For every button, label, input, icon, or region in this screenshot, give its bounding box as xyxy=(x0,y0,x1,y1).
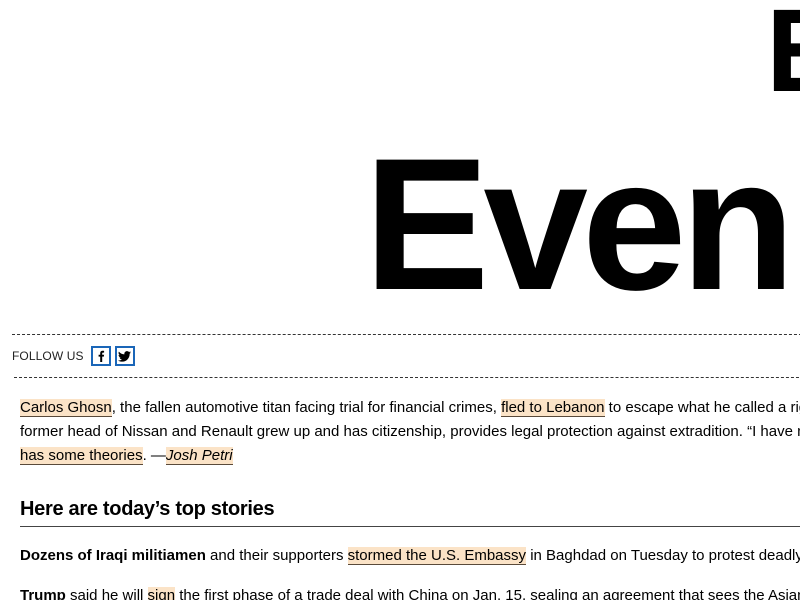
lead-story-text: , the fallen automotive titan facing tri… xyxy=(111,399,502,416)
lead-story-text: former head of Nissan and Renault grew u… xyxy=(20,423,800,440)
facebook-icon[interactable] xyxy=(90,346,111,366)
lead-story: Carlos Ghosn, the fallen automotive tita… xyxy=(20,396,800,468)
lead-story-line-3: has some theories. —Josh Petri xyxy=(20,444,800,468)
section-title: Here are today’s top stories xyxy=(20,498,275,520)
twitter-icon[interactable] xyxy=(114,346,135,366)
divider-top xyxy=(12,334,800,335)
newsletter-page: E Eveni FOLLOW US Carlos Ghosn, the fall… xyxy=(0,0,800,600)
section-divider xyxy=(20,526,800,527)
masthead-top-fragment: E xyxy=(766,0,800,110)
item-text: the first phase of a trade deal with Chi… xyxy=(179,587,800,600)
list-item: Dozens of Iraqi militiamen and their sup… xyxy=(20,545,800,567)
follow-us-bar: FOLLOW US xyxy=(12,344,139,368)
author-link[interactable]: Josh Petri xyxy=(165,447,233,465)
divider-bottom xyxy=(14,377,800,378)
list-item: Trump said he will sign the first phase … xyxy=(20,585,800,600)
fled-to-lebanon-link[interactable]: fled to Lebanon xyxy=(501,399,605,417)
item-lead: Dozens of Iraqi militiamen xyxy=(20,547,206,564)
lead-story-text: to escape what he called a rigged justic… xyxy=(608,399,800,416)
lead-story-line-2: former head of Nissan and Renault grew u… xyxy=(20,420,800,444)
sign-link[interactable]: sign xyxy=(147,587,176,600)
item-text: in Baghdad on Tuesday to protest deadly … xyxy=(530,547,800,564)
lead-story-line-1: Carlos Ghosn, the fallen automotive tita… xyxy=(20,396,800,420)
masthead: E Eveni xyxy=(0,0,800,330)
item-lead: Trump xyxy=(20,587,66,600)
carlos-ghosn-link[interactable]: Carlos Ghosn xyxy=(20,399,112,417)
embassy-link[interactable]: stormed the U.S. Embassy xyxy=(347,547,527,565)
follow-us-label: FOLLOW US xyxy=(12,349,84,363)
masthead-title: Eveni xyxy=(364,119,800,329)
item-text: and their supporters xyxy=(205,547,348,564)
lead-story-text: . — xyxy=(142,447,166,464)
item-text: said he will xyxy=(65,587,148,600)
theories-link[interactable]: has some theories xyxy=(20,447,143,465)
